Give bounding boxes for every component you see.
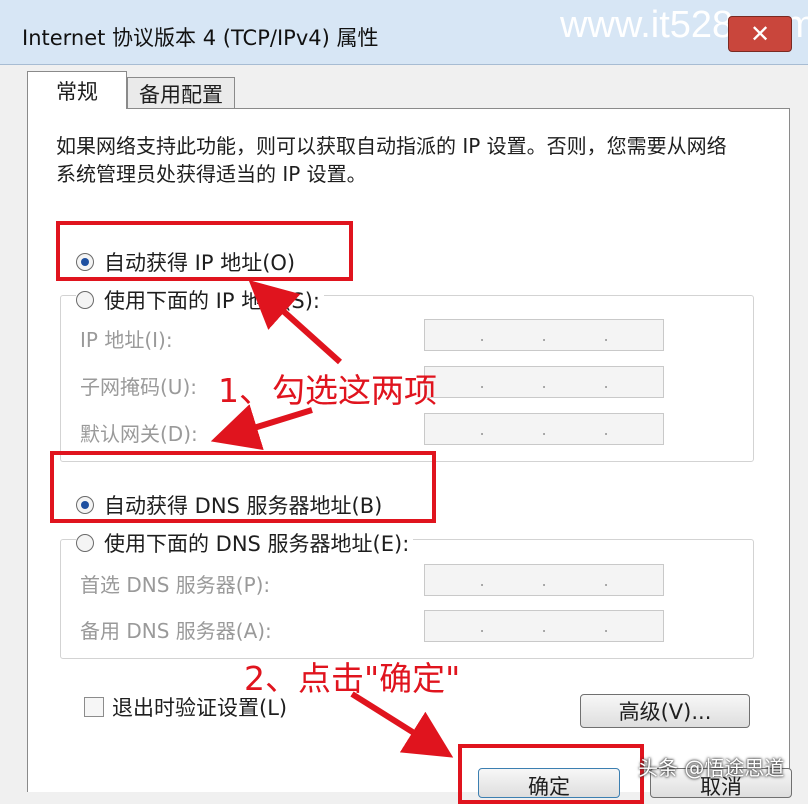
tab-general[interactable]: 常规 [27,71,127,109]
annotation-step1: 1、勾选这两项 [218,371,437,410]
tab-general-label: 常规 [56,79,98,104]
arrow-to-ok-button [350,691,454,758]
arrow-to-dns-auto [210,404,313,451]
arrow-to-ip-auto [248,279,343,365]
author-credit: 头条 @悟途思道 [638,756,785,780]
annotation-step2: 2、点击"确定" [244,659,461,698]
